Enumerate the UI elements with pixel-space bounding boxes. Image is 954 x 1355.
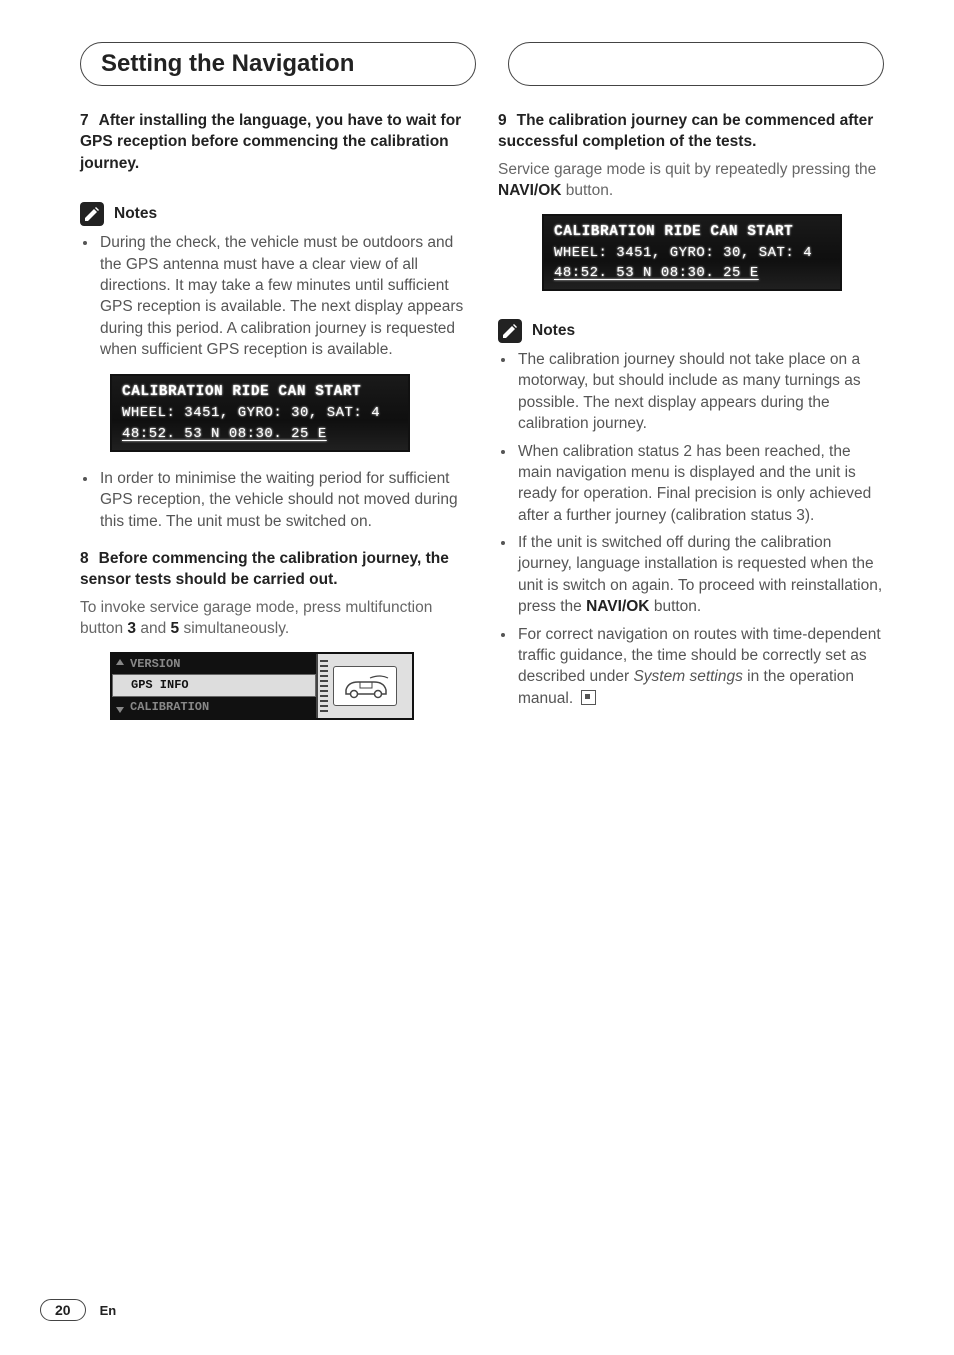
notes-list: In order to minimise the waiting period … [80,468,466,532]
car-icon [333,666,397,706]
header-lozenge-left: Setting the Navigation [80,42,476,86]
note-item: For correct navigation on routes with ti… [516,624,884,710]
stripe-icon [320,660,328,712]
text-fragment: button. [650,598,702,615]
menu-list: VERSION GPS INFO CALIBRATION [112,654,316,718]
note-item: During the check, the vehicle must be ou… [98,232,466,360]
section-title: Setting the Navigation [101,50,354,78]
lcd-line: CALIBRATION RIDE CAN START [122,382,398,403]
step-text: After installing the language, you have … [80,112,461,172]
reference-title: System settings [633,668,742,685]
menu-graphic-panel [316,654,412,718]
lcd-line: CALIBRATION RIDE CAN START [554,222,830,243]
step-7-heading: 7After installing the language, you have… [80,110,466,174]
notes-header: Notes [80,202,466,226]
text-fragment: button. [561,182,613,199]
step-8-body: To invoke service garage mode, press mul… [80,597,466,640]
lcd-display-1: CALIBRATION RIDE CAN START WHEEL: 3451, … [110,374,410,452]
menu-label: CALIBRATION [130,699,209,716]
step-number: 9 [498,112,507,129]
text-fragment: and [136,620,170,637]
step-8-heading: 8Before commencing the calibration journ… [80,548,466,591]
menu-label: GPS INFO [131,677,189,694]
menu-item-calibration: CALIBRATION [112,696,316,717]
step-text: Before commencing the calibration journe… [80,550,449,588]
notes-header: Notes [498,319,884,343]
notes-label: Notes [114,203,157,224]
lcd-line: WHEEL: 3451, GYRO: 30, SAT: 4 [122,403,398,423]
right-column: 9The calibration journey can be commence… [498,110,884,720]
button-ref: NAVI/OK [586,598,649,615]
note-item: In order to minimise the waiting period … [98,468,466,532]
note-item: When calibration status 2 has been reach… [516,441,884,527]
step-number: 8 [80,550,89,567]
menu-item-gps-info: GPS INFO [112,674,316,697]
lcd-line: 48:52. 53 N 08:30. 25 E [122,424,398,444]
menu-label: VERSION [130,656,180,673]
lcd-line: 48:52. 53 N 08:30. 25 E [554,263,830,283]
end-of-section-icon [581,690,596,705]
lcd-line: WHEEL: 3451, GYRO: 30, SAT: 4 [554,243,830,263]
arrow-up-icon [116,659,124,665]
button-ref: NAVI/OK [498,182,561,199]
pencil-icon [80,202,104,226]
button-ref: 5 [171,620,180,637]
text-fragment: simultaneously. [179,620,289,637]
menu-item-version: VERSION [112,654,316,675]
text-fragment: Service garage mode is quit by repeatedl… [498,161,876,178]
header-lozenge-right [508,42,884,86]
note-item: If the unit is switched off during the c… [516,532,884,618]
button-ref: 3 [127,620,136,637]
notes-label: Notes [532,320,575,341]
step-9-heading: 9The calibration journey can be commence… [498,110,884,153]
content-columns: 7After installing the language, you have… [80,110,884,720]
page: Setting the Navigation 7After installing… [0,0,954,1355]
lcd-display-2: CALIBRATION RIDE CAN START WHEEL: 3451, … [542,214,842,292]
left-column: 7After installing the language, you have… [80,110,466,720]
step-9-body: Service garage mode is quit by repeatedl… [498,159,884,202]
arrow-down-icon [116,707,124,713]
note-item: The calibration journey should not take … [516,349,884,435]
notes-list: The calibration journey should not take … [498,349,884,709]
pencil-icon [498,319,522,343]
footer: 20 En [40,1299,116,1321]
notes-list: During the check, the vehicle must be ou… [80,232,466,360]
page-number-badge: 20 [40,1299,86,1321]
device-menu-display: VERSION GPS INFO CALIBRATION [110,652,414,720]
step-text: The calibration journey can be commenced… [498,112,873,150]
header-row: Setting the Navigation [80,42,884,86]
language-label: En [100,1303,117,1318]
step-number: 7 [80,112,89,129]
